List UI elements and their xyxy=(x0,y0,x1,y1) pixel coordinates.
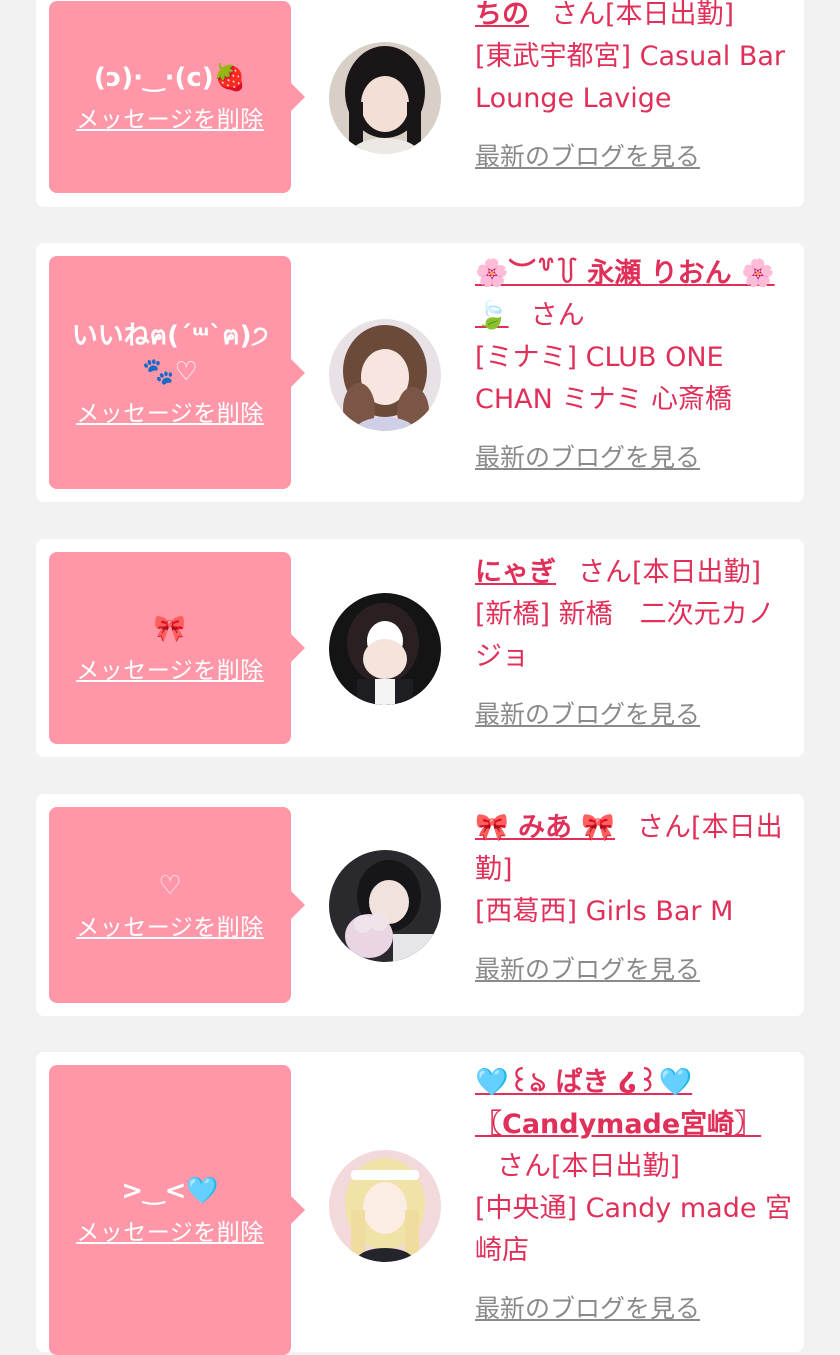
status-text: [本日出勤] xyxy=(605,0,735,30)
delete-message-link[interactable]: メッセージを削除 xyxy=(76,394,264,428)
message-text: ♡ xyxy=(158,871,182,901)
avatar[interactable] xyxy=(327,591,443,707)
honorific: さん xyxy=(497,1151,551,1182)
message-bubble: いいねฅ(´ᵚ`ฅ)੭ 🐾♡ メッセージを削除 xyxy=(49,256,305,489)
latest-blog-link[interactable]: 最新のブログを見る xyxy=(475,1288,795,1330)
list-item: ♡ メッセージを削除 🎀 みあ 🎀 さん[本日出勤] [西葛西] Girls Ba… xyxy=(36,794,804,1016)
status-text: [本日出勤] xyxy=(551,1151,681,1182)
entry-info: 🌸︶꒷꒦ 永瀬 りおん 🌸 🍃 さん [ミナミ] CLUB ONE CHAN ミナ… xyxy=(475,253,795,479)
entry-info: 🩵꒰ঌ ぱき ໒꒱🩵 〖Candymade宮崎〗さん[本日出勤] [中央通] C… xyxy=(475,1062,795,1330)
latest-blog-link[interactable]: 最新のブログを見る xyxy=(475,949,795,991)
delete-message-link[interactable]: メッセージを削除 xyxy=(76,908,264,942)
list-item: 🎀 メッセージを削除 にゃぎ さん[本日出勤] [新橋] 新橋 二次元カノジョ 最… xyxy=(36,539,804,757)
shop-text: [西葛西] Girls Bar M xyxy=(475,896,734,927)
latest-blog-link[interactable]: 最新のブログを見る xyxy=(475,437,795,479)
cast-name-link[interactable]: 🩵꒰ঌ ぱき ໒꒱🩵 〖Candymade宮崎〗 xyxy=(475,1067,761,1140)
list-item: >‿<🩵 メッセージを削除 🩵꒰ঌ ぱき ໒꒱🩵 〖Candymade宮崎〗さん… xyxy=(36,1052,804,1355)
entry-info: ちの さん[本日出勤] [東武宇都宮] Casual Bar Lounge Lav… xyxy=(475,0,795,178)
message-bubble: (ↄ)·‿·(c)🍓 メッセージを削除 xyxy=(49,1,305,193)
shop-text: [新橋] 新橋 二次元カノジョ xyxy=(475,599,775,672)
honorific: さん xyxy=(551,0,605,30)
latest-blog-link[interactable]: 最新のブログを見る xyxy=(475,136,795,178)
honorific: さん xyxy=(578,557,632,588)
list-item: (ↄ)·‿·(c)🍓 メッセージを削除 ちの さん[本日出勤] [東武宇都宮] C… xyxy=(36,0,804,207)
message-bubble: 🎀 メッセージを削除 xyxy=(49,552,305,744)
cast-name-link[interactable]: 🌸︶꒷꒦ 永瀬 りおん 🌸 🍃 xyxy=(475,258,775,331)
message-text: いいねฅ(´ᵚ`ฅ)੭ 🐾♡ xyxy=(71,320,269,387)
shop-text: [中央通] Candy made 宮崎店 xyxy=(475,1193,793,1266)
cast-name-link[interactable]: 🎀 みあ 🎀 xyxy=(475,812,615,843)
honorific: さん xyxy=(530,300,585,331)
shop-text: [ミナミ] CLUB ONE CHAN ミナミ 心斎橋 xyxy=(475,342,732,415)
delete-message-link[interactable]: メッセージを削除 xyxy=(76,651,264,685)
message-text: 🎀 xyxy=(153,614,187,644)
message-bubble: >‿<🩵 メッセージを削除 xyxy=(49,1065,305,1355)
message-list: (ↄ)·‿·(c)🍓 メッセージを削除 ちの さん[本日出勤] [東武宇都宮] C… xyxy=(0,0,840,1355)
delete-message-link[interactable]: メッセージを削除 xyxy=(76,1213,264,1247)
cast-name-link[interactable]: にゃぎ xyxy=(475,557,556,588)
delete-message-link[interactable]: メッセージを削除 xyxy=(76,100,264,134)
shop-text: [東武宇都宮] Casual Bar Lounge Lavige xyxy=(475,41,786,114)
message-text: (ↄ)·‿·(c)🍓 xyxy=(93,63,246,93)
honorific: さん xyxy=(637,812,692,843)
cast-name-link[interactable]: ちの xyxy=(475,0,529,30)
message-text: >‿<🩵 xyxy=(121,1176,219,1206)
avatar[interactable] xyxy=(327,317,443,433)
avatar[interactable] xyxy=(327,40,443,156)
avatar[interactable] xyxy=(327,848,443,964)
latest-blog-link[interactable]: 最新のブログを見る xyxy=(475,694,795,736)
avatar[interactable] xyxy=(327,1148,443,1264)
list-item: いいねฅ(´ᵚ`ฅ)੭ 🐾♡ メッセージを削除 🌸︶꒷꒦ 永瀬 りおん 🌸 🍃 さ… xyxy=(36,243,804,502)
status-text: [本日出勤] xyxy=(632,557,762,588)
entry-info: にゃぎ さん[本日出勤] [新橋] 新橋 二次元カノジョ 最新のブログを見る xyxy=(475,552,795,736)
message-bubble: ♡ メッセージを削除 xyxy=(49,807,305,1003)
entry-info: 🎀 みあ 🎀 さん[本日出勤] [西葛西] Girls Bar M 最新のブログを… xyxy=(475,807,795,991)
